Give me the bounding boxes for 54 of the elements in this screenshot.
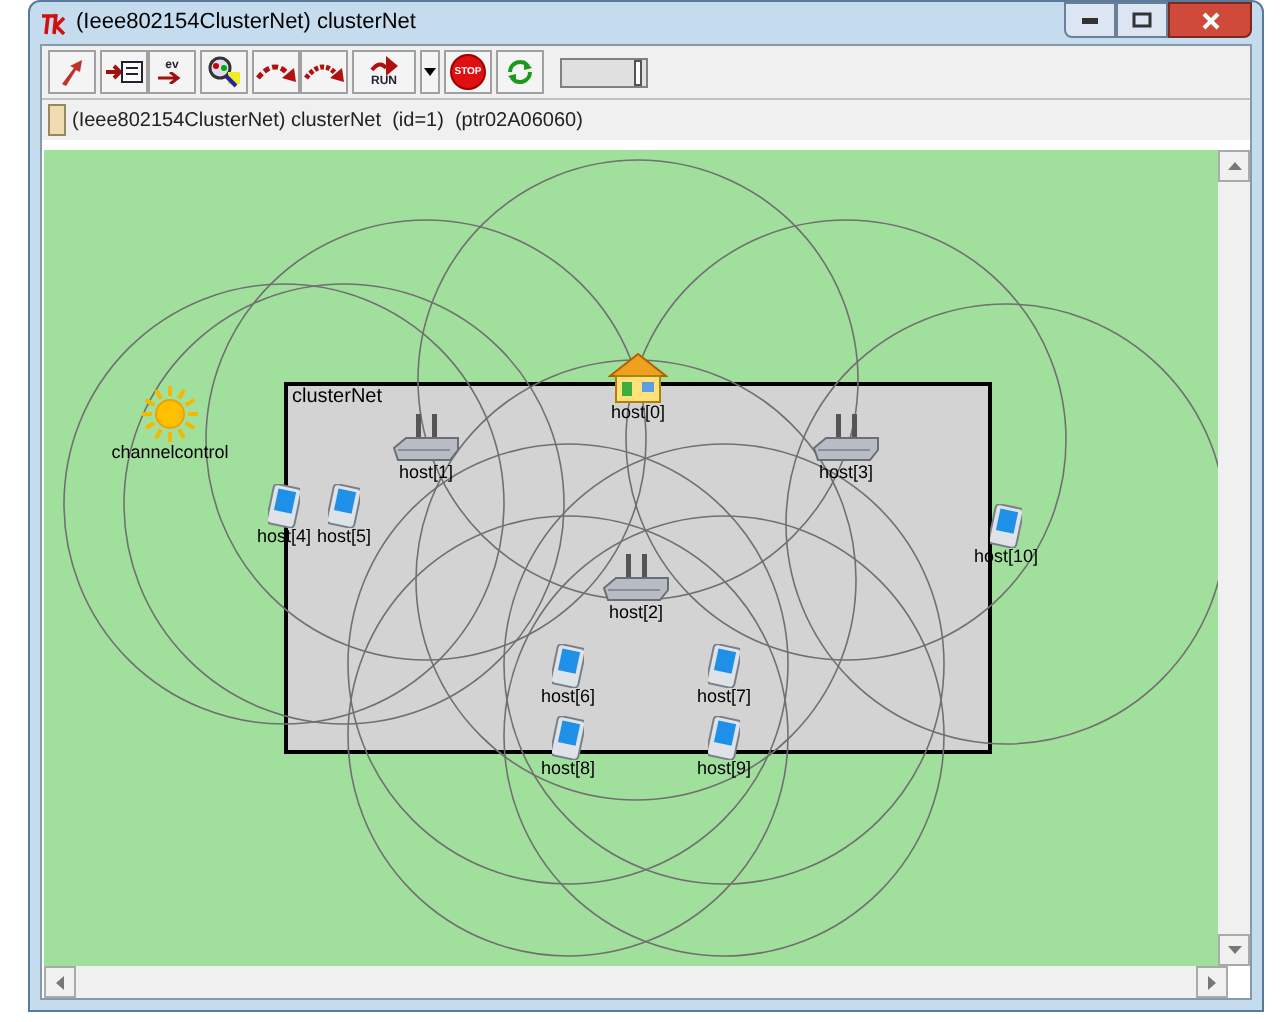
node-label: host[1] xyxy=(398,464,454,482)
node-label: host[7] xyxy=(696,688,752,706)
play-icon xyxy=(370,56,398,76)
house-icon xyxy=(608,352,668,404)
node-label: host[5] xyxy=(316,528,372,546)
maximize-button[interactable] xyxy=(1116,2,1168,38)
toolbar-button[interactable] xyxy=(252,50,300,94)
sun-icon xyxy=(140,384,200,444)
node-label: host[9] xyxy=(696,760,752,778)
pda-icon xyxy=(552,716,584,760)
pda-icon xyxy=(268,484,300,528)
curved-arrow-icon xyxy=(254,58,298,86)
minimize-button[interactable] xyxy=(1064,2,1116,38)
refresh-icon xyxy=(504,56,536,88)
info-text: (Ieee802154ClusterNet) clusterNet (id=1) (ptr02A06060) xyxy=(72,107,583,135)
speed-slider[interactable] xyxy=(560,57,648,87)
node-label: host[3] xyxy=(818,464,874,482)
tk-logo-icon xyxy=(40,11,68,35)
scroll-right-icon[interactable] xyxy=(1196,966,1228,998)
module-swatch-icon xyxy=(48,104,66,136)
router-icon xyxy=(810,412,882,464)
toolbar-button[interactable] xyxy=(100,50,148,94)
vertical-scrollbar[interactable] xyxy=(1218,150,1250,966)
slider-thumb[interactable] xyxy=(633,59,642,85)
router-icon xyxy=(390,412,462,464)
pda-icon xyxy=(328,484,360,528)
arrow-up-icon xyxy=(56,56,88,88)
window-title: (Ieee802154ClusterNet) clusterNet xyxy=(76,8,416,39)
toolbar-button[interactable] xyxy=(200,50,248,94)
node-label: host[0] xyxy=(610,404,666,422)
arrow-into-box-icon xyxy=(104,58,144,86)
pda-icon xyxy=(552,644,584,688)
router-icon xyxy=(600,552,672,604)
magnifier-icon xyxy=(206,54,242,90)
pda-icon xyxy=(708,716,740,760)
minimize-icon xyxy=(1082,17,1098,23)
scroll-left-icon[interactable] xyxy=(44,966,76,998)
node-label: host[8] xyxy=(540,760,596,778)
scroll-down-icon[interactable] xyxy=(1218,934,1250,966)
curved-arrow-icon xyxy=(302,58,346,86)
maximize-icon xyxy=(1132,12,1152,28)
pda-icon xyxy=(708,644,740,688)
scroll-up-icon[interactable] xyxy=(1218,150,1250,182)
close-icon xyxy=(1201,11,1219,29)
node-label: channelcontrol xyxy=(111,444,229,462)
node-label: host[2] xyxy=(608,604,664,622)
close-button[interactable] xyxy=(1168,2,1252,38)
horizontal-scrollbar[interactable] xyxy=(44,966,1228,998)
network-label: clusterNet xyxy=(292,388,383,408)
dropdown-button[interactable] xyxy=(420,50,440,94)
dropdown-arrow-icon xyxy=(424,68,436,76)
pda-icon xyxy=(990,504,1022,548)
toolbar-button[interactable] xyxy=(300,50,348,94)
node-label: host[6] xyxy=(540,688,596,706)
